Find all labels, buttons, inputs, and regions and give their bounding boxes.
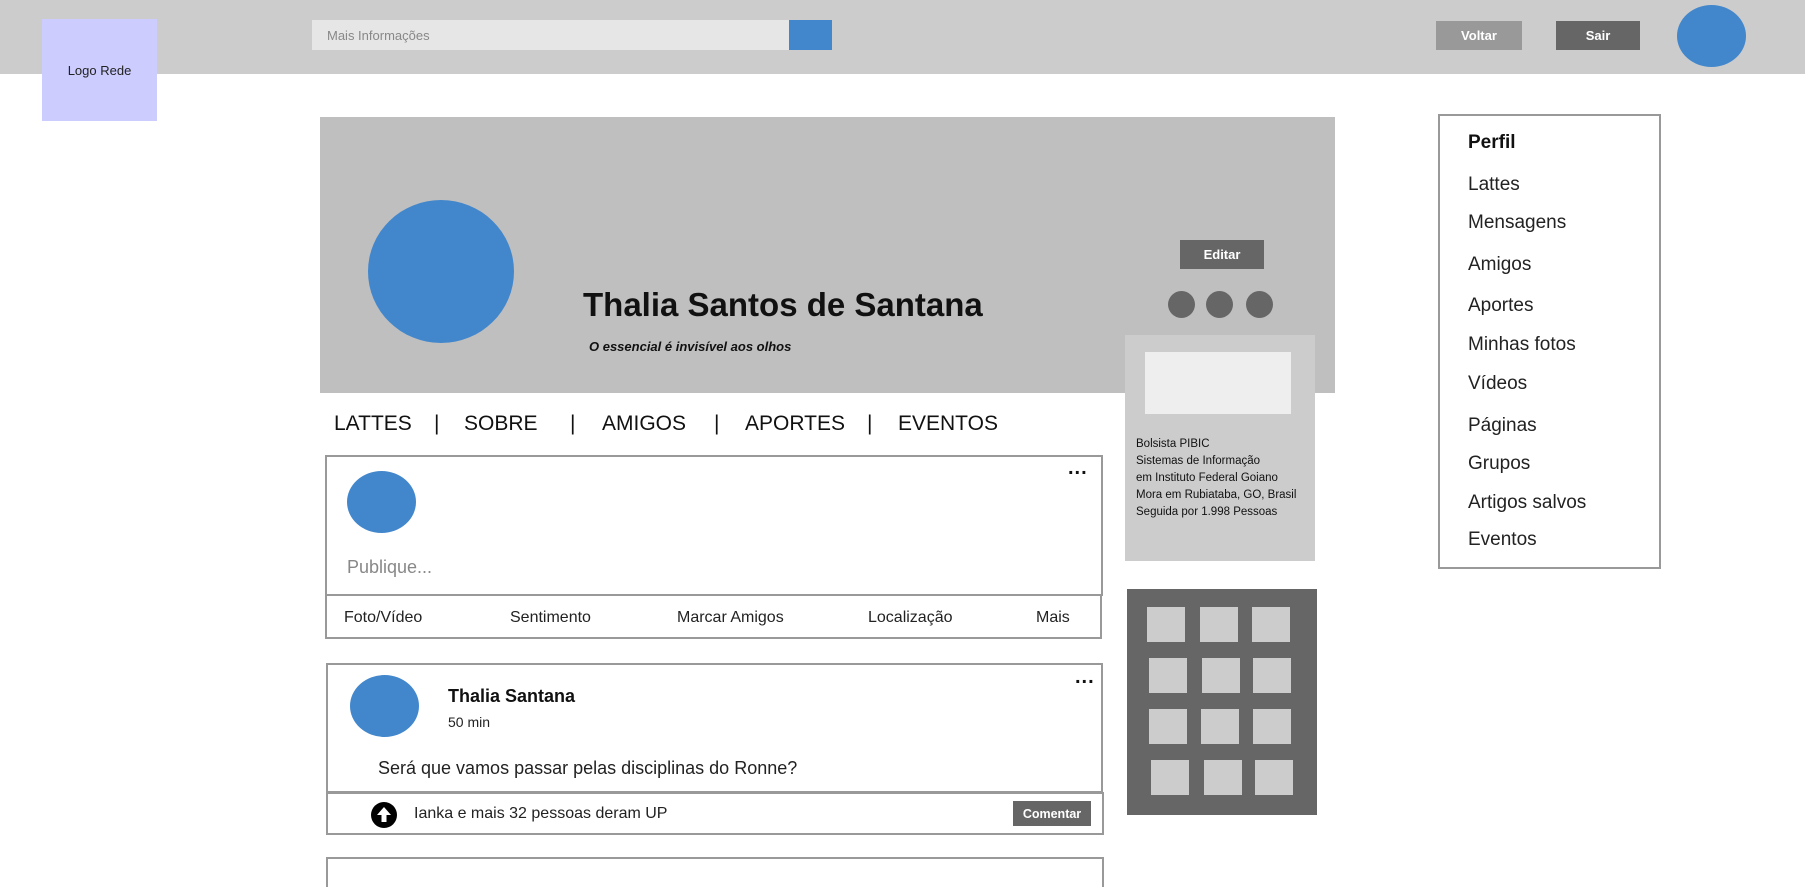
post-composer bbox=[325, 455, 1103, 596]
feeling-action[interactable]: Sentimento bbox=[510, 609, 591, 627]
profile-quote: O essencial é invisível aos olhos bbox=[589, 339, 792, 354]
side-menu: Perfil Lattes Mensagens Amigos Aportes M… bbox=[1438, 114, 1661, 569]
post-text: Será que vamos passar pelas disciplinas … bbox=[378, 758, 798, 778]
info-line: Sistemas de Informação bbox=[1136, 455, 1261, 467]
more-action[interactable]: Mais bbox=[1036, 609, 1070, 627]
photo-thumbnail[interactable] bbox=[1149, 658, 1187, 693]
side-menu-title[interactable]: Perfil bbox=[1468, 132, 1516, 154]
profile-avatar[interactable] bbox=[368, 200, 514, 343]
search-placeholder: Mais Informações bbox=[327, 27, 430, 43]
tab-separator: | bbox=[434, 412, 440, 435]
post-more-icon[interactable]: ... bbox=[1075, 667, 1095, 687]
side-menu-item-paginas[interactable]: Páginas bbox=[1468, 415, 1537, 437]
info-line: Seguida por 1.998 Pessoas bbox=[1136, 506, 1278, 518]
tab-separator: | bbox=[570, 412, 576, 435]
post-time: 50 min bbox=[448, 714, 491, 730]
photo-video-action[interactable]: Foto/Vídeo bbox=[344, 609, 422, 627]
info-line: Mora em Rubiataba, GO, Brasil bbox=[1136, 489, 1297, 501]
search-input[interactable]: Mais Informações bbox=[312, 20, 789, 50]
profile-name: Thalia Santos de Santana bbox=[583, 286, 983, 323]
photo-thumbnail[interactable] bbox=[1253, 709, 1291, 744]
tab-separator: | bbox=[714, 412, 720, 435]
photo-thumbnail[interactable] bbox=[1151, 760, 1189, 795]
top-bar bbox=[0, 0, 1805, 74]
composer-avatar bbox=[347, 471, 416, 533]
side-menu-item-grupos[interactable]: Grupos bbox=[1468, 453, 1530, 475]
photo-thumbnail[interactable] bbox=[1147, 607, 1185, 642]
tab-lattes[interactable]: LATTES bbox=[334, 412, 412, 436]
composer-input[interactable]: Publique... bbox=[347, 557, 432, 578]
profile-info-card: Bolsista PIBIC Sistemas de Informação em… bbox=[1125, 335, 1315, 561]
side-menu-item-mensagens[interactable]: Mensagens bbox=[1468, 212, 1566, 234]
location-action[interactable]: Localização bbox=[868, 609, 953, 627]
logo[interactable]: Logo Rede bbox=[42, 19, 157, 121]
comment-button[interactable]: Comentar bbox=[1013, 801, 1091, 826]
tab-sobre[interactable]: SOBRE bbox=[464, 412, 538, 436]
side-menu-item-aportes[interactable]: Aportes bbox=[1468, 295, 1533, 317]
tag-friends-action[interactable]: Marcar Amigos bbox=[677, 609, 784, 627]
photo-thumbnail[interactable] bbox=[1255, 760, 1293, 795]
social-icon[interactable] bbox=[1206, 291, 1233, 318]
info-line: em Instituto Federal Goiano bbox=[1136, 472, 1278, 484]
post-author[interactable]: Thalia Santana bbox=[448, 686, 575, 707]
side-menu-item-lattes[interactable]: Lattes bbox=[1468, 174, 1520, 196]
photo-gallery bbox=[1127, 589, 1317, 815]
tab-amigos[interactable]: AMIGOS bbox=[602, 412, 686, 436]
photo-thumbnail[interactable] bbox=[1204, 760, 1242, 795]
info-image bbox=[1145, 352, 1291, 414]
user-avatar[interactable] bbox=[1677, 5, 1746, 67]
post-author-avatar[interactable] bbox=[350, 675, 419, 737]
side-menu-item-artigos[interactable]: Artigos salvos bbox=[1468, 492, 1586, 514]
photo-thumbnail[interactable] bbox=[1149, 709, 1187, 744]
side-menu-item-videos[interactable]: Vídeos bbox=[1468, 373, 1527, 395]
composer-more-icon[interactable]: ... bbox=[1068, 458, 1088, 478]
logo-label: Logo Rede bbox=[67, 62, 132, 78]
composer-actions: Foto/Vídeo Sentimento Marcar Amigos Loca… bbox=[325, 596, 1102, 639]
ups-count-text[interactable]: Ianka e mais 32 pessoas deram UP bbox=[414, 805, 667, 823]
side-menu-item-amigos[interactable]: Amigos bbox=[1468, 254, 1531, 276]
next-post-card bbox=[326, 857, 1104, 887]
back-button[interactable]: Voltar bbox=[1436, 21, 1522, 50]
info-line: Bolsista PIBIC bbox=[1136, 438, 1210, 450]
side-menu-item-eventos[interactable]: Eventos bbox=[1468, 529, 1537, 551]
photo-thumbnail[interactable] bbox=[1200, 607, 1238, 642]
up-arrow-icon[interactable] bbox=[371, 802, 397, 828]
search-button[interactable] bbox=[789, 20, 832, 50]
exit-button[interactable]: Sair bbox=[1556, 21, 1640, 50]
social-icon[interactable] bbox=[1168, 291, 1195, 318]
photo-thumbnail[interactable] bbox=[1202, 658, 1240, 693]
photo-thumbnail[interactable] bbox=[1201, 709, 1239, 744]
tab-eventos[interactable]: EVENTOS bbox=[898, 412, 998, 436]
social-icon[interactable] bbox=[1246, 291, 1273, 318]
tab-aportes[interactable]: APORTES bbox=[745, 412, 845, 436]
edit-button[interactable]: Editar bbox=[1180, 240, 1264, 269]
info-lines: Bolsista PIBIC Sistemas de Informação em… bbox=[1136, 436, 1296, 521]
tab-separator: | bbox=[867, 412, 873, 435]
photo-thumbnail[interactable] bbox=[1253, 658, 1291, 693]
photo-thumbnail[interactable] bbox=[1252, 607, 1290, 642]
side-menu-item-fotos[interactable]: Minhas fotos bbox=[1468, 334, 1576, 356]
